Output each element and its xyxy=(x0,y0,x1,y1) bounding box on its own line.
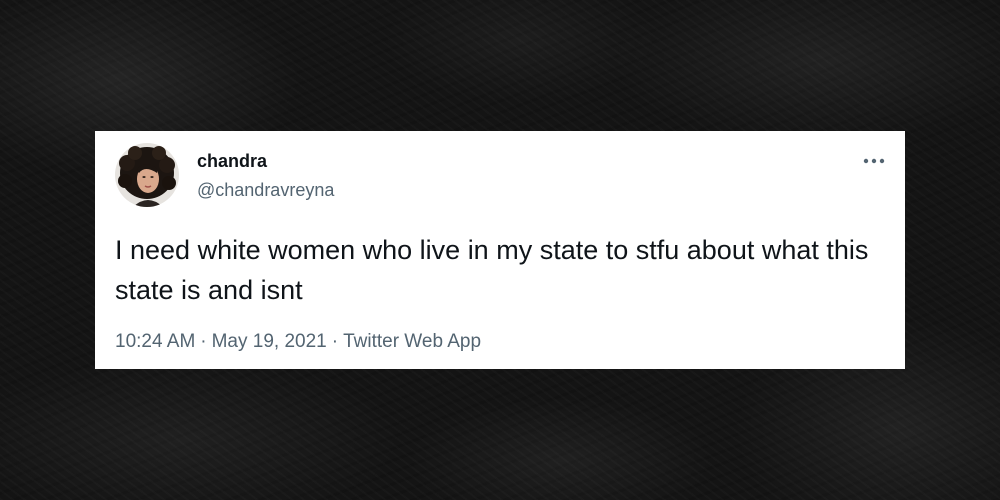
separator-dot: · xyxy=(200,331,207,352)
tweet-text: I need white women who live in my state … xyxy=(115,235,869,305)
tweet-time: 10:24 AM xyxy=(115,331,196,352)
display-name[interactable]: chandra xyxy=(197,150,267,172)
more-options-button[interactable] xyxy=(861,153,887,169)
user-handle[interactable]: @chandravreyna xyxy=(197,179,334,201)
tweet-metadata: 10:24 AM · May 19, 2021 · Twitter Web App xyxy=(115,330,481,354)
tweet-time-link[interactable]: 10:24 AM · May 19, 2021 xyxy=(115,331,327,352)
avatar-image xyxy=(115,143,179,207)
tweet-date: May 19, 2021 xyxy=(211,331,327,352)
more-horizontal-icon xyxy=(863,158,885,164)
avatar[interactable] xyxy=(115,143,179,207)
separator-dot: · xyxy=(331,331,339,352)
tweet-source-link[interactable]: Twitter Web App xyxy=(343,331,481,352)
tweet-card: chandra @chandravreyna I need white wome… xyxy=(95,131,905,369)
